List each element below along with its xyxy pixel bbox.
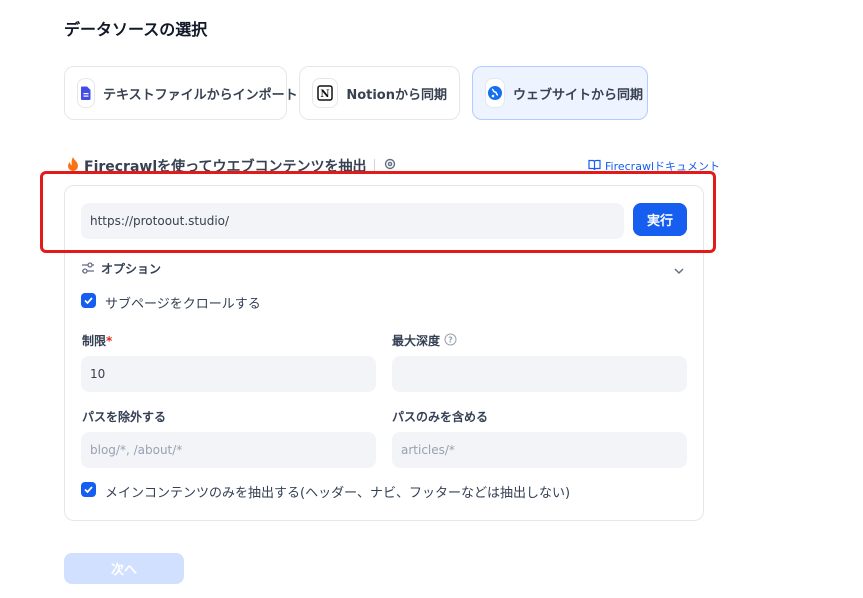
exclude-paths-label: パスを除外する bbox=[82, 410, 167, 424]
source-website-button[interactable]: ウェブサイトから同期 bbox=[472, 66, 648, 120]
gear-icon[interactable] bbox=[383, 157, 397, 175]
url-input[interactable]: https://protoout.studio/ bbox=[81, 203, 624, 239]
help-icon: ? bbox=[444, 333, 457, 349]
include-paths-label: パスのみを含める bbox=[392, 410, 489, 424]
doc-link-label: Firecrawlドキュメント bbox=[605, 160, 720, 173]
main-content-only-checkbox[interactable] bbox=[81, 482, 96, 497]
book-icon bbox=[588, 159, 601, 174]
firecrawl-heading: Firecrawlを使ってウエブコンテンツを抽出 bbox=[66, 156, 397, 176]
notion-icon: N bbox=[312, 78, 339, 108]
max-depth-label: 最大深度 bbox=[392, 334, 441, 348]
options-label: オプション bbox=[101, 262, 162, 276]
chevron-down-icon[interactable] bbox=[673, 261, 685, 280]
required-mark: * bbox=[106, 334, 113, 348]
globe-icon bbox=[485, 78, 505, 108]
sliders-icon bbox=[81, 259, 95, 278]
source-label: Notionから同期 bbox=[346, 87, 447, 103]
include-paths-input[interactable]: articles/* bbox=[392, 432, 687, 468]
source-text-file-button[interactable]: テキストファイルからインポート bbox=[64, 66, 298, 120]
max-depth-label-group: 最大深度 ? bbox=[392, 332, 457, 349]
source-label: テキストファイルからインポート bbox=[103, 87, 298, 103]
main-content-only-label: メインコンテンツのみを抽出する(ヘッダー、ナビ、フッターなどは抽出しない) bbox=[105, 486, 571, 501]
firecrawl-heading-text: Firecrawlを使ってウエブコンテンツを抽出 bbox=[84, 159, 367, 175]
divider bbox=[374, 159, 376, 173]
options-toggle[interactable]: オプション bbox=[81, 259, 161, 278]
limit-label: 制限* bbox=[82, 334, 113, 348]
source-notion-button[interactable]: N Notionから同期 bbox=[299, 66, 460, 120]
firecrawl-docs-link[interactable]: Firecrawlドキュメント bbox=[588, 158, 720, 174]
page-title: データソースの選択 bbox=[64, 20, 208, 39]
crawl-subpages-checkbox[interactable] bbox=[81, 293, 96, 308]
crawl-subpages-label: サブページをクロールする bbox=[105, 297, 261, 312]
next-button[interactable]: 次へ bbox=[64, 553, 184, 584]
svg-text:?: ? bbox=[448, 335, 453, 344]
svg-text:N: N bbox=[321, 89, 330, 100]
max-depth-input[interactable] bbox=[392, 356, 687, 392]
limit-input[interactable]: 10 bbox=[81, 356, 376, 392]
fire-icon bbox=[66, 156, 80, 176]
file-text-icon bbox=[77, 78, 95, 108]
source-label: ウェブサイトから同期 bbox=[513, 87, 644, 103]
exclude-paths-input[interactable]: blog/*, /about/* bbox=[81, 432, 376, 468]
run-button[interactable]: 実行 bbox=[633, 203, 687, 236]
